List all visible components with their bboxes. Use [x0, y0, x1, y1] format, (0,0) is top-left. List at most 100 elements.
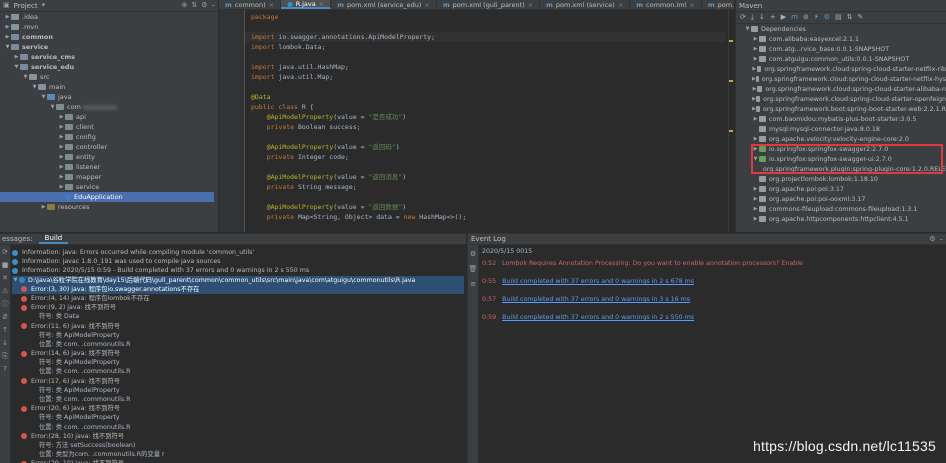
collapse-all-icon[interactable]: ⇅ [847, 14, 853, 21]
tree-item[interactable]: ▶ service [0, 182, 218, 192]
chevron-down-icon[interactable]: ▼ [4, 44, 11, 50]
tree-item[interactable]: ▶ listener [0, 162, 218, 172]
reload-icon[interactable]: ⟳ [740, 14, 746, 21]
chevron-down-icon[interactable]: ▼ [13, 64, 20, 70]
close-icon[interactable]: × [424, 1, 429, 9]
chevron-down-icon[interactable]: ▼ [31, 84, 38, 90]
prev-icon[interactable]: ↑ [2, 327, 8, 334]
editor-tab[interactable]: ● R.java × [281, 0, 332, 9]
dependency-item[interactable]: ▶ org.springframework.boot:spring-boot-st… [736, 104, 946, 114]
chevron-down-icon[interactable]: ▼ [12, 276, 19, 285]
message-row[interactable]: 符号: 方法 setSuccess(boolean) [12, 441, 464, 450]
message-row[interactable]: Information: java: Errors occurred while… [12, 248, 464, 257]
tree-item[interactable]: ▼ service_edu [0, 62, 218, 72]
toggle-offline-icon[interactable]: ⚡ [814, 14, 819, 21]
chevron-down-icon[interactable]: ▼ [49, 104, 56, 110]
message-row[interactable]: 位置: 类 com. .commonutils.R [12, 340, 464, 349]
dependency-item[interactable]: ▼ io.springfox:springfox-swagger-ui:2.7.0 [736, 154, 946, 164]
message-row[interactable]: ▼ D:\Java\谷粒学院在线教育\day15\后端代码\guli_parent… [12, 275, 464, 285]
chevron-right-icon[interactable]: ▶ [752, 66, 757, 72]
chevron-right-icon[interactable]: ▶ [13, 54, 20, 60]
stop-icon[interactable]: ■ [2, 262, 9, 269]
dependency-item[interactable]: ▶ com.baomidou:mybatis-plus-boot-starter:… [736, 114, 946, 124]
chevron-right-icon[interactable]: ▶ [58, 164, 65, 170]
dependency-item[interactable]: ▶ org.apache.poi:poi:3.17 [736, 184, 946, 194]
chevron-down-icon[interactable]: ▼ [744, 26, 751, 32]
chevron-down-icon[interactable]: ▼ [40, 94, 47, 100]
next-icon[interactable]: ↓ [2, 340, 8, 347]
tree-item[interactable]: ▶ client [0, 122, 218, 132]
build-link[interactable]: Build completed with 37 errors and 0 war… [502, 278, 694, 285]
chevron-right-icon[interactable]: ▶ [752, 136, 759, 142]
tree-item[interactable]: EduApplication [0, 192, 218, 202]
maven-m-icon[interactable]: m [791, 14, 798, 21]
warning-marker[interactable] [729, 80, 733, 82]
tree-item[interactable]: ▶ .mvn [0, 22, 218, 32]
message-row[interactable]: Information: 2020/5/15 0:59 - Build comp… [12, 266, 464, 275]
editor-scrollbar[interactable] [728, 10, 734, 232]
tree-item[interactable]: ▼ java [0, 92, 218, 102]
tree-item[interactable]: ▶ resources [0, 202, 218, 212]
editor-tab[interactable]: m pom.xml (service) × [540, 0, 631, 9]
tree-item[interactable]: ▶ service_cms [0, 52, 218, 62]
tab-build[interactable]: Build [38, 234, 69, 244]
dropdown-icon[interactable]: ▾ [42, 2, 46, 9]
tree-item[interactable]: ▶ entity [0, 152, 218, 162]
message-row[interactable]: 符号: 类 ApiModelProperty [12, 331, 464, 340]
dependency-item[interactable]: ▶ io.springfox:springfox-swagger2:2.7.0 [736, 144, 946, 154]
tree-item[interactable]: ▼ src [0, 72, 218, 82]
chevron-right-icon[interactable]: ▶ [40, 204, 47, 210]
tree-item[interactable]: ▶ mapper [0, 172, 218, 182]
project-title[interactable]: Project [14, 2, 38, 10]
chevron-down-icon[interactable]: ▼ [752, 156, 759, 162]
hide-icon[interactable]: – [940, 235, 944, 243]
warning-marker[interactable] [729, 130, 733, 132]
chevron-right-icon[interactable]: ▶ [752, 116, 759, 122]
editor-tab[interactable]: mpom.xml (service_cms)× [702, 0, 734, 9]
dependency-item[interactable]: ▶ org.apache.velocity:velocity-engine-cor… [736, 134, 946, 144]
message-row[interactable]: Error:(3, 30) java: 程序包io.swagger.annota… [12, 284, 464, 294]
dependency-item[interactable]: ▶ com.atg...rvice_base:0.0.1-SNAPSHOT [736, 44, 946, 54]
dependency-item[interactable]: ▶ org.springframework.cloud:spring-cloud-… [736, 94, 946, 104]
chevron-right-icon[interactable]: ▶ [752, 56, 759, 62]
code-area[interactable]: package import io.swagger.annotations.Ap… [245, 12, 726, 232]
message-row[interactable]: 符号: 类 ApiModelProperty [12, 358, 464, 367]
message-row[interactable]: Error:(9, 2) java: 找不到符号 [12, 303, 464, 312]
expand-icon[interactable]: ⇵ [2, 314, 8, 321]
tree-item[interactable]: ▶ api [0, 112, 218, 122]
close-icon[interactable]: × [319, 0, 324, 8]
dependency-item[interactable]: org.springframework.plugin:spring-plugin… [736, 164, 946, 174]
close-icon[interactable]: × [618, 1, 623, 9]
message-row[interactable]: Error:(28, 10) java: 找不到符号 [12, 432, 464, 441]
message-row[interactable]: Error:(4, 14) java: 程序包lombok不存在 [12, 294, 464, 303]
dependency-item[interactable]: ▶ com.alibaba:easyexcel:2.1.1 [736, 34, 946, 44]
rerun-icon[interactable]: ⟳ [2, 249, 8, 256]
close-icon[interactable]: × [528, 1, 533, 9]
tree-item[interactable]: ▼ service [0, 42, 218, 52]
chevron-right-icon[interactable]: ▶ [58, 114, 65, 120]
locate-icon[interactable]: ⊕ [181, 2, 187, 9]
chevron-right-icon[interactable]: ▶ [752, 196, 759, 202]
message-row[interactable]: Error:(17, 6) java: 找不到符号 [12, 377, 464, 386]
add-icon[interactable]: + [770, 14, 776, 21]
editor-tab[interactable]: m common) × [219, 0, 282, 9]
chevron-right-icon[interactable]: ▶ [4, 24, 11, 30]
hide-icon[interactable]: – [212, 2, 216, 9]
filter-icon[interactable]: ⚠ [2, 288, 8, 295]
message-row[interactable]: Information: javac 1.8.0_191 was used to… [12, 257, 464, 266]
chevron-right-icon[interactable]: ▶ [752, 146, 759, 152]
message-row[interactable]: 符号: 类 ApiModelProperty [12, 386, 464, 395]
chevron-down-icon[interactable]: ▼ [22, 74, 29, 80]
tree-item[interactable]: ▼ main [0, 82, 218, 92]
dependency-item[interactable]: ▶ com.atguigu:common_utils:0.0.1-SNAPSHOT [736, 54, 946, 64]
chevron-right-icon[interactable]: ▶ [4, 34, 11, 40]
warning-marker[interactable] [729, 40, 733, 42]
export-icon[interactable]: ⎘ [2, 353, 8, 360]
help-icon[interactable]: ? [3, 366, 7, 373]
run-icon[interactable]: ▶ [781, 14, 786, 21]
message-row[interactable]: 位置: 类 com. .commonutils.R [12, 367, 464, 376]
build-link[interactable]: Build completed with 37 errors and 0 war… [502, 314, 694, 321]
message-row[interactable]: 位置: 类 com. .commonutils.R [12, 395, 464, 404]
message-row[interactable]: Error:(20, 6) java: 找不到符号 [12, 404, 464, 413]
dependency-item[interactable]: ▶ commons-fileupload:commons-fileupload:1… [736, 204, 946, 214]
